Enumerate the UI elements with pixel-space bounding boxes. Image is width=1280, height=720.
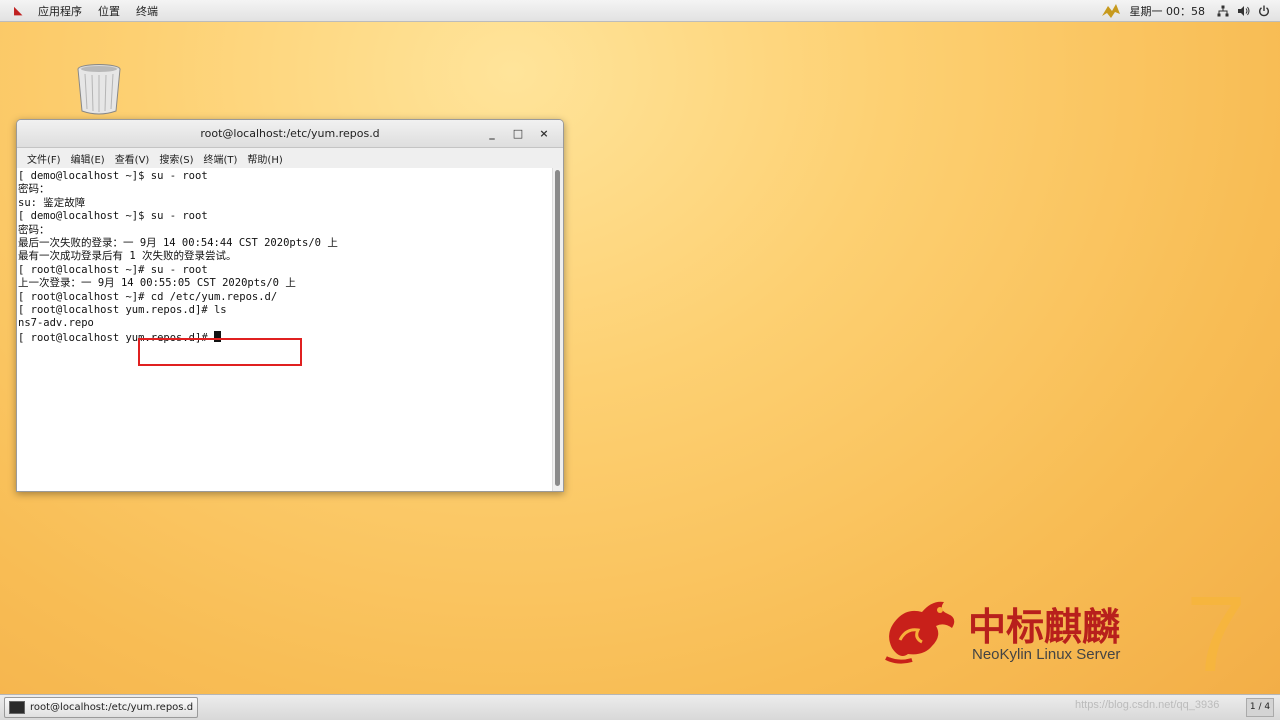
terminal-line: [ root@localhost yum.repos.d]# ls	[18, 304, 553, 317]
menu-view[interactable]: 查看(V)	[110, 151, 155, 166]
terminal-window[interactable]: root@localhost:/etc/yum.repos.d _ □ × 文件…	[16, 119, 564, 492]
terminal-scrollbar[interactable]	[552, 168, 563, 491]
power-icon[interactable]	[1258, 5, 1270, 17]
terminal-title: root@localhost:/etc/yum.repos.d	[200, 127, 379, 140]
terminal-line: 最有一次成功登录后有 1 次失败的登录尝试。	[18, 250, 553, 263]
menu-terminal[interactable]: 终端	[128, 3, 166, 19]
logo-version: 7	[1186, 584, 1246, 684]
window-controls: _ □ ×	[479, 120, 557, 147]
workspace-pager[interactable]: 1 / 4	[1246, 698, 1274, 717]
menu-search[interactable]: 搜索(S)	[154, 151, 198, 166]
taskbar-terminal-button[interactable]: root@localhost:/etc/yum.repos.d	[4, 697, 198, 718]
kylin-dragon-icon	[878, 588, 966, 668]
menu-file[interactable]: 文件(F)	[22, 151, 66, 166]
kylin-tray-icon[interactable]	[1100, 2, 1122, 20]
terminal-line: [ demo@localhost ~]$ su - root	[18, 210, 553, 223]
bottom-panel: root@localhost:/etc/yum.repos.d https://…	[0, 694, 1280, 720]
terminal-line: 密码：	[18, 183, 553, 196]
terminal-line: [ root@localhost ~]# cd /etc/yum.repos.d…	[18, 291, 553, 304]
terminal-line: [ root@localhost ~]# su - root	[18, 264, 553, 277]
watermark: https://blog.csdn.net/qq_3936	[1075, 699, 1219, 711]
scrollbar-thumb[interactable]	[555, 170, 560, 486]
menu-applications[interactable]: 应用程序	[30, 3, 90, 19]
terminal-line: 最后一次失败的登录：一 9月 14 00:54:44 CST 2020pts/0…	[18, 237, 553, 250]
neokylin-logo: 中标麒麟 NeoKylin Linux Server 7	[878, 588, 1258, 688]
annotation-highlight-box	[138, 338, 302, 366]
top-panel: ◣ 应用程序 位置 终端 星期一 00：58	[0, 0, 1280, 22]
system-tray: 星期一 00：58	[1100, 2, 1280, 20]
taskbar-terminal-label: root@localhost:/etc/yum.repos.d	[30, 702, 193, 713]
menu-edit[interactable]: 编辑(E)	[66, 151, 110, 166]
terminal-icon	[9, 701, 25, 714]
network-icon[interactable]	[1217, 5, 1229, 17]
terminal-titlebar[interactable]: root@localhost:/etc/yum.repos.d _ □ ×	[17, 120, 563, 148]
volume-icon[interactable]	[1237, 5, 1250, 17]
clock[interactable]: 星期一 00：58	[1130, 3, 1206, 19]
terminal-menubar: 文件(F) 编辑(E) 查看(V) 搜索(S) 终端(T) 帮助(H)	[17, 148, 563, 169]
terminal-line: 上一次登录：一 9月 14 00:55:05 CST 2020pts/0 上	[18, 277, 553, 290]
minimize-button[interactable]: _	[479, 127, 505, 140]
terminal-line: ns7-adv.repo	[18, 317, 553, 330]
menu-places[interactable]: 位置	[90, 3, 128, 19]
logo-chinese-name: 中标麒麟	[968, 596, 1120, 651]
menu-help[interactable]: 帮助(H)	[242, 151, 287, 166]
terminal-line: su: 鉴定故障	[18, 197, 553, 210]
logo-english-name: NeoKylin Linux Server	[972, 646, 1120, 663]
top-menu: ◣ 应用程序 位置 终端	[0, 0, 166, 21]
terminal-output[interactable]: [ demo@localhost ~]$ su - root 密码： su: 鉴…	[17, 168, 553, 491]
terminal-line: 密码：	[18, 224, 553, 237]
close-button[interactable]: ×	[531, 127, 557, 140]
maximize-button[interactable]: □	[505, 127, 531, 140]
terminal-line: [ demo@localhost ~]$ su - root	[18, 170, 553, 183]
menu-terminal-menu[interactable]: 终端(T)	[199, 151, 243, 166]
trash-icon[interactable]	[72, 62, 126, 116]
